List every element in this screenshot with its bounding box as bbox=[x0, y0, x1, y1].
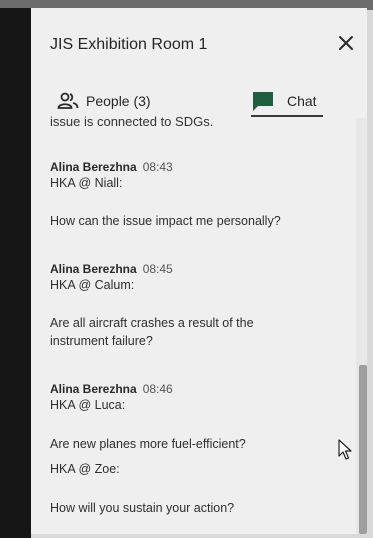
message-header: Alina Berezhna 08:43 bbox=[50, 160, 173, 174]
room-title: JIS Exhibition Room 1 bbox=[50, 36, 208, 53]
active-tab-indicator bbox=[251, 115, 323, 117]
people-icon bbox=[57, 92, 79, 109]
close-button[interactable] bbox=[335, 32, 357, 54]
message-recipient: HKA @ Zoe: bbox=[50, 462, 120, 476]
message-text-line2: instrument failure? bbox=[50, 334, 153, 348]
message-time: 08:43 bbox=[142, 160, 173, 174]
message-author: Alina Berezhna bbox=[50, 262, 137, 276]
panel-header: JIS Exhibition Room 1 People (3) Chat bbox=[31, 8, 367, 118]
left-frame bbox=[0, 8, 31, 538]
chat-icon bbox=[253, 92, 273, 111]
tab-chat-label: Chat bbox=[287, 93, 317, 109]
message-text: How will you sustain your action? bbox=[50, 501, 235, 515]
message-header: Alina Berezhna 08:45 bbox=[50, 262, 173, 276]
message-time: 08:45 bbox=[142, 262, 173, 276]
message-recipient: HKA @ Luca: bbox=[50, 398, 126, 412]
cut-off-message-line: issue is connected to SDGs. bbox=[50, 114, 214, 129]
message-author: Alina Berezhna bbox=[50, 382, 137, 396]
message-author: Alina Berezhna bbox=[50, 160, 137, 174]
chat-panel: JIS Exhibition Room 1 People (3) Chat is… bbox=[31, 8, 367, 534]
message-text: Are new planes more fuel-efficient? bbox=[50, 437, 246, 451]
message-text: How can the issue impact me personally? bbox=[50, 214, 281, 228]
message-time: 08:46 bbox=[142, 382, 173, 396]
message-text-line1: Are all aircraft crashes a result of the bbox=[50, 316, 254, 330]
close-icon bbox=[339, 36, 353, 50]
message-recipient: HKA @ Calum: bbox=[50, 278, 135, 292]
chat-messages[interactable]: issue is connected to SDGs. Alina Berezh… bbox=[31, 114, 367, 534]
message-header: Alina Berezhna 08:46 bbox=[50, 382, 173, 396]
tab-chat[interactable]: Chat bbox=[251, 83, 317, 119]
tab-people-label: People (3) bbox=[86, 93, 151, 109]
scrollbar-thumb[interactable] bbox=[359, 365, 367, 534]
mouse-cursor-icon bbox=[338, 439, 352, 460]
message-recipient: HKA @ Niall: bbox=[50, 176, 123, 190]
